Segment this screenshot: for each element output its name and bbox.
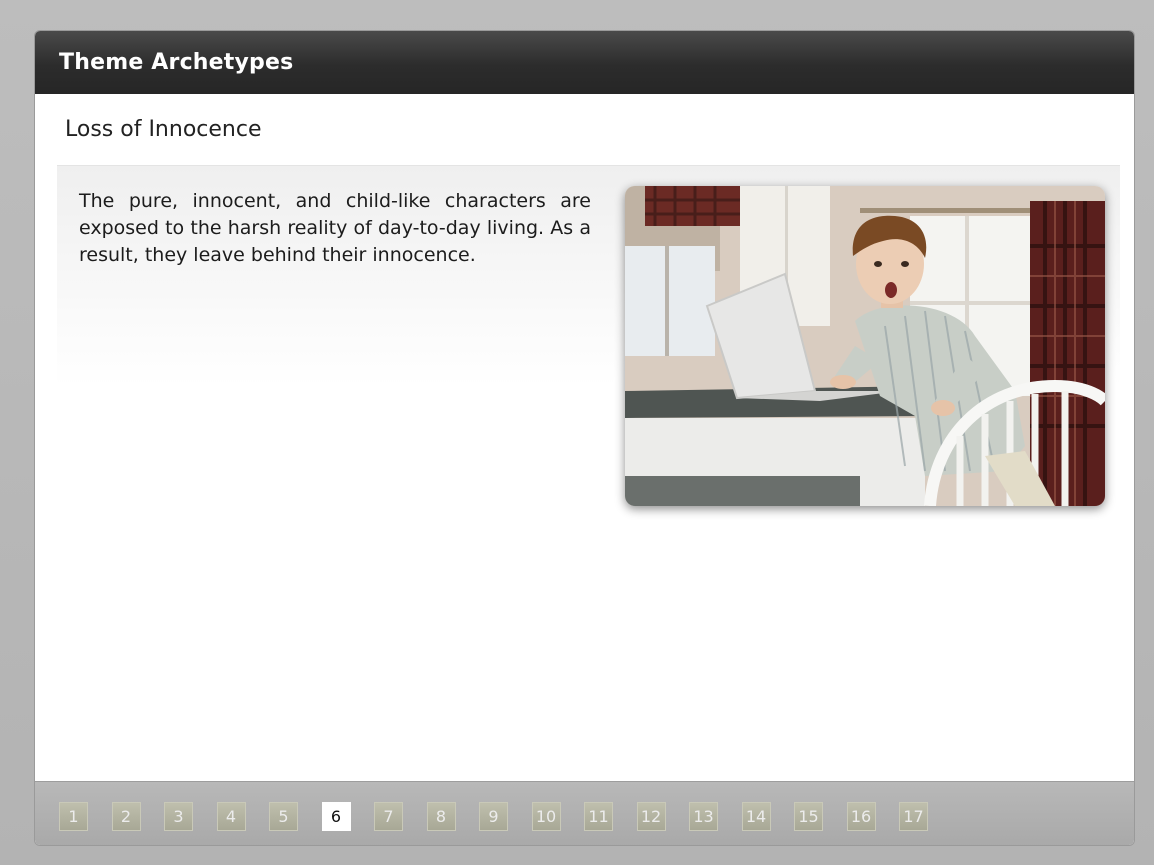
page-navigation: 1 2 3 4 5 6 7 8 9 10 11 12 13 14 15 16 17 [59,802,952,831]
page-button-13[interactable]: 13 [689,802,718,831]
slide-body-text: The pure, innocent, and child-like chara… [79,190,591,266]
boy-with-laptop-photo [625,186,1105,506]
page-button-11[interactable]: 11 [584,802,613,831]
page-button-15[interactable]: 15 [794,802,823,831]
page-button-3[interactable]: 3 [164,802,193,831]
page-button-8[interactable]: 8 [426,802,456,831]
title-bar: Theme Archetypes [35,31,1134,94]
page-button-5[interactable]: 5 [269,802,298,831]
slide-window: Theme Archetypes Loss of Innocence The p… [35,31,1134,845]
page-button-16[interactable]: 16 [846,802,876,831]
app-title: Theme Archetypes [59,50,294,75]
page-button-9[interactable]: 9 [479,802,508,831]
page-button-10[interactable]: 10 [531,802,561,831]
page-button-12[interactable]: 12 [636,802,666,831]
page-button-14[interactable]: 14 [741,802,771,831]
page-button-4[interactable]: 4 [216,802,246,831]
page-button-17[interactable]: 17 [899,802,928,831]
page-button-2[interactable]: 2 [111,802,141,831]
page-button-1[interactable]: 1 [59,802,88,831]
page-button-6[interactable]: 6 [321,802,351,831]
slide-heading: Loss of Innocence [65,117,262,142]
footer-bar: 1 2 3 4 5 6 7 8 9 10 11 12 13 14 15 16 17 [35,781,1134,845]
page-button-7[interactable]: 7 [374,802,403,831]
